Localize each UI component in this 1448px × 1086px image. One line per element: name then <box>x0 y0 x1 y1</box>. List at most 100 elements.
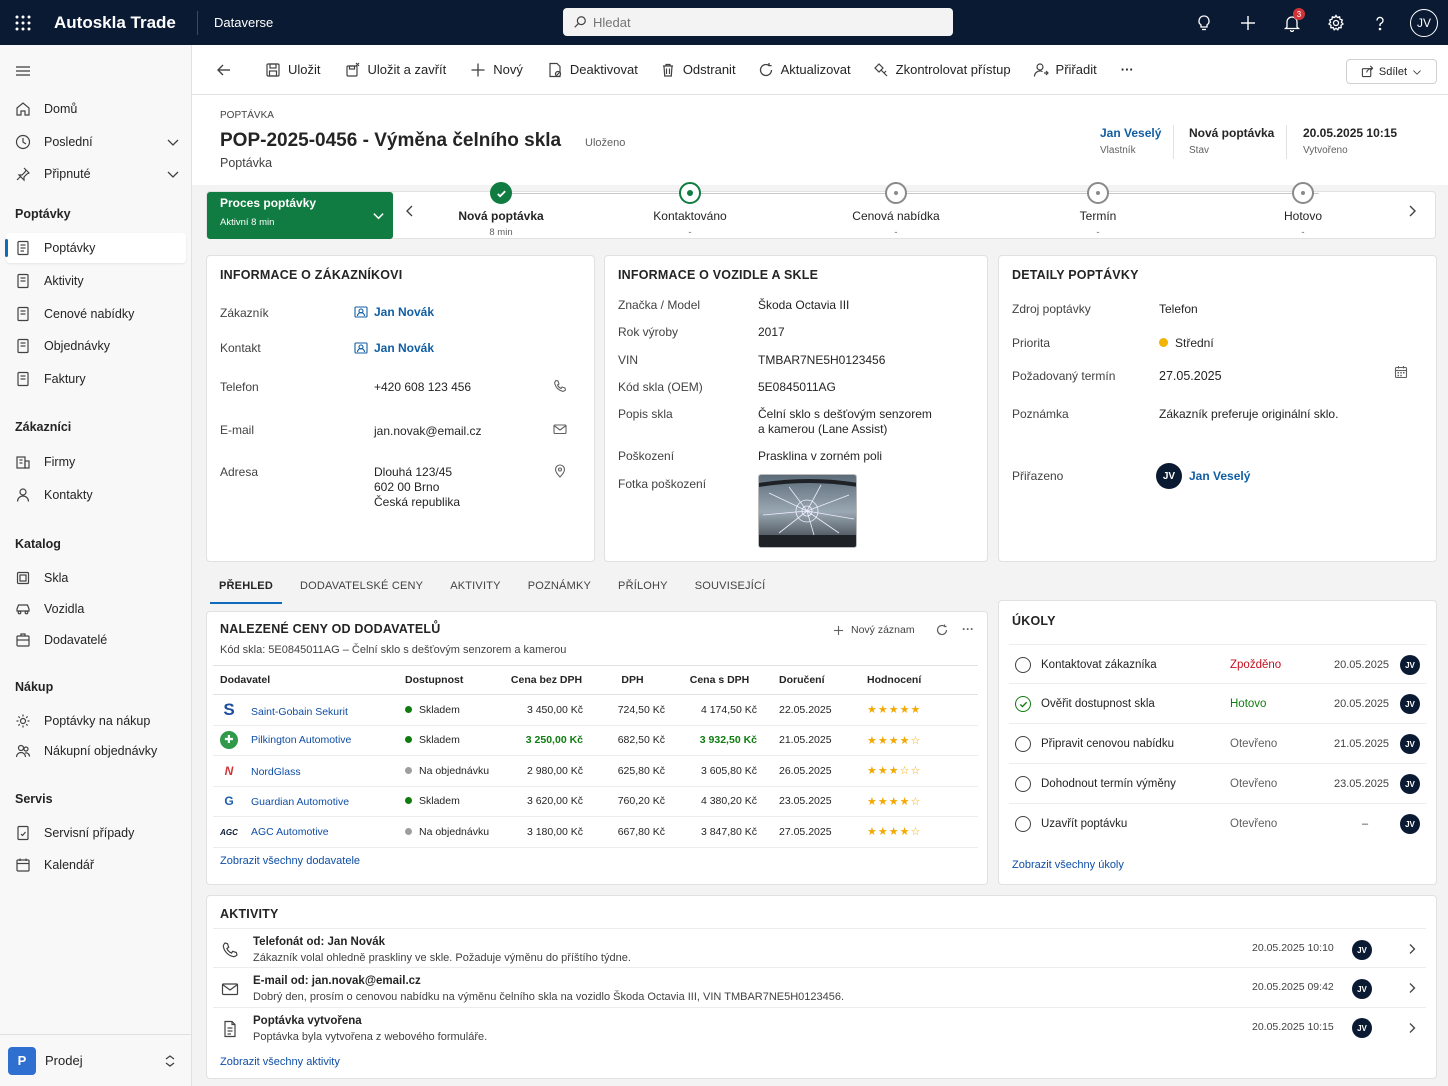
stage-new-inquiry[interactable]: Nová poptávka 8 min <box>431 182 571 238</box>
sidebar-item-pinned[interactable]: Připnuté <box>6 159 186 189</box>
owner-link[interactable]: Jan Veselý <box>1100 126 1161 140</box>
sidebar-item-quotes[interactable]: Cenové nabídky <box>6 299 186 329</box>
area-switcher[interactable]: P Prodej <box>0 1034 192 1086</box>
column-header[interactable]: Dostupnost <box>398 665 503 695</box>
lightbulb-icon[interactable] <box>1182 0 1226 45</box>
contact-link[interactable]: Jan Novák <box>374 341 434 356</box>
column-header[interactable]: Doručení <box>767 665 860 695</box>
show-all-tasks-link[interactable]: Zobrazit všechny úkoly <box>1012 859 1124 871</box>
task-row[interactable]: Uzavřít poptávku Otevřeno – JV <box>1009 804 1426 844</box>
sidebar-item-suppliers[interactable]: Dodavatelé <box>6 625 186 655</box>
activity-row[interactable]: E-mail od: jan.novak@email.cz Dobrý den,… <box>213 968 1426 1008</box>
settings-gear-icon[interactable] <box>1314 0 1358 45</box>
stage-contacted[interactable]: Kontaktováno - <box>620 182 760 238</box>
notifications-bell-icon[interactable]: 3 <box>1270 0 1314 45</box>
hamburger-menu-icon[interactable] <box>15 63 31 79</box>
column-header[interactable]: Cena s DPH <box>675 665 767 695</box>
delete-button[interactable]: Odstranit <box>660 45 736 95</box>
search-input[interactable]: Hledat <box>563 8 953 36</box>
table-row[interactable]: N NordGlass Na objednávku 2 980,00 Kč 625… <box>213 755 978 787</box>
assignee-link[interactable]: Jan Veselý <box>1189 469 1250 484</box>
task-checkbox-checked[interactable] <box>1015 696 1031 712</box>
task-row[interactable]: Dohodnout termín výměny Otevřeno 23.05.2… <box>1009 764 1426 804</box>
sidebar-item-purchase-requests[interactable]: Poptávky na nákup <box>6 706 186 736</box>
chevron-left-icon[interactable] <box>404 205 416 217</box>
show-all-suppliers-link[interactable]: Zobrazit všechny dodavatele <box>220 855 360 867</box>
save-button[interactable]: Uložit <box>265 45 321 95</box>
show-all-activities-link[interactable]: Zobrazit všechny aktivity <box>220 1056 340 1068</box>
calendar-icon[interactable] <box>1394 365 1408 379</box>
sidebar-item-recent[interactable]: Poslední <box>6 127 186 157</box>
more-options-icon[interactable]: ··· <box>962 622 974 636</box>
priority-value[interactable]: Střední <box>1175 336 1214 351</box>
sidebar-item-service-cases[interactable]: Servisní případy <box>6 818 186 848</box>
column-header[interactable]: Hodnocení <box>860 665 978 695</box>
supplier-link[interactable]: Saint-Gobain Sekurit <box>251 706 348 718</box>
task-checkbox[interactable] <box>1015 816 1031 832</box>
sidebar-item-invoices[interactable]: Faktury <box>6 364 186 394</box>
tab-activities[interactable]: AKTIVITY <box>450 574 501 600</box>
tab-overview[interactable]: PŘEHLED <box>210 574 282 604</box>
column-header[interactable]: Cena bez DPH <box>503 665 593 695</box>
phone-value[interactable]: +420 608 123 456 <box>374 380 471 395</box>
table-row[interactable]: AGC AGC Automotive Na objednávku 3 180,00… <box>213 816 978 848</box>
stage-done[interactable]: Hotovo - <box>1233 182 1373 238</box>
deactivate-button[interactable]: Deaktivovat <box>547 45 638 95</box>
table-row[interactable]: G Guardian Automotive Skladem 3 620,00 Kč… <box>213 786 978 817</box>
sidebar-item-inquiries[interactable]: Poptávky <box>5 233 186 263</box>
map-pin-icon[interactable] <box>553 464 567 478</box>
task-checkbox[interactable] <box>1015 736 1031 752</box>
activity-row[interactable]: Poptávka vytvořena Poptávka byla vytvoře… <box>213 1008 1426 1048</box>
user-avatar[interactable]: JV <box>1410 8 1438 37</box>
task-row[interactable]: Kontaktovat zákazníka Zpožděno 20.05.202… <box>1009 644 1426 684</box>
task-row[interactable]: Ověřit dostupnost skla Hotovo 20.05.2025… <box>1009 684 1426 724</box>
sidebar-item-glass[interactable]: Skla <box>6 563 186 593</box>
assign-button[interactable]: Přiřadit <box>1033 45 1097 95</box>
chevron-right-icon[interactable] <box>1406 982 1418 994</box>
customer-link[interactable]: Jan Novák <box>374 305 434 320</box>
tab-related[interactable]: SOUVISEJÍCÍ <box>695 574 766 600</box>
table-row[interactable]: S Saint-Gobain Sekurit Skladem 3 450,00 K… <box>213 694 978 726</box>
tab-supplier-prices[interactable]: DODAVATELSKÉ CENY <box>300 574 423 600</box>
supplier-link[interactable]: AGC Automotive <box>251 826 329 838</box>
process-active-stage-button[interactable]: Proces poptávky Aktivní 8 min <box>207 192 393 239</box>
task-checkbox[interactable] <box>1015 776 1031 792</box>
more-commands-button[interactable]: ··· <box>1121 45 1134 95</box>
sidebar-item-contacts[interactable]: Kontakty <box>6 480 186 510</box>
chevron-down-icon[interactable] <box>166 135 180 149</box>
task-row[interactable]: Připravit cenovou nabídku Otevřeno 21.05… <box>1009 724 1426 764</box>
refresh-icon[interactable] <box>936 624 948 636</box>
note-value[interactable]: Zákazník preferuje originální sklo. <box>1159 407 1338 422</box>
column-header[interactable]: Dodavatel <box>213 665 398 695</box>
email-value[interactable]: jan.novak@email.cz <box>374 424 482 439</box>
save-close-button[interactable]: Uložit a zavřít <box>345 45 446 95</box>
source-value[interactable]: Telefon <box>1159 302 1198 317</box>
app-launcher-icon[interactable] <box>0 0 45 45</box>
chevron-right-icon[interactable] <box>1406 1022 1418 1034</box>
tab-notes[interactable]: POZNÁMKY <box>528 574 591 600</box>
sidebar-item-home[interactable]: Domů <box>6 94 186 124</box>
sidebar-item-purchase-orders[interactable]: Nákupní objednávky <box>6 736 186 766</box>
supplier-link[interactable]: Pilkington Automotive <box>251 734 351 746</box>
help-icon[interactable] <box>1358 0 1402 45</box>
table-row[interactable]: ✚ Pilkington Automotive Skladem 3 250,00 … <box>213 725 978 756</box>
task-checkbox[interactable] <box>1015 657 1031 673</box>
check-access-button[interactable]: Zkontrolovat přístup <box>873 45 1011 95</box>
sidebar-item-vehicles[interactable]: Vozidla <box>6 594 186 624</box>
tab-attachments[interactable]: PŘÍLOHY <box>618 574 668 600</box>
stage-appointment[interactable]: Termín - <box>1028 182 1168 238</box>
chevron-down-icon[interactable] <box>166 167 180 181</box>
activity-row[interactable]: Telefonát od: Jan Novák Zákazník volal o… <box>213 928 1426 968</box>
column-header[interactable]: DPH <box>593 665 675 695</box>
form-name[interactable]: Poptávka <box>220 156 272 170</box>
due-date-value[interactable]: 27.05.2025 <box>1159 369 1222 384</box>
mail-icon[interactable] <box>553 422 567 436</box>
app-name[interactable]: Autoskla Trade <box>54 13 194 33</box>
refresh-button[interactable]: Aktualizovat <box>758 45 851 95</box>
sidebar-item-orders[interactable]: Objednávky <box>6 331 186 361</box>
chevron-right-icon[interactable] <box>1406 943 1418 955</box>
environment-name[interactable]: Dataverse <box>214 15 273 30</box>
new-button[interactable]: Nový <box>470 45 523 95</box>
damage-photo[interactable] <box>758 474 857 548</box>
sidebar-item-calendar[interactable]: Kalendář <box>6 850 186 880</box>
